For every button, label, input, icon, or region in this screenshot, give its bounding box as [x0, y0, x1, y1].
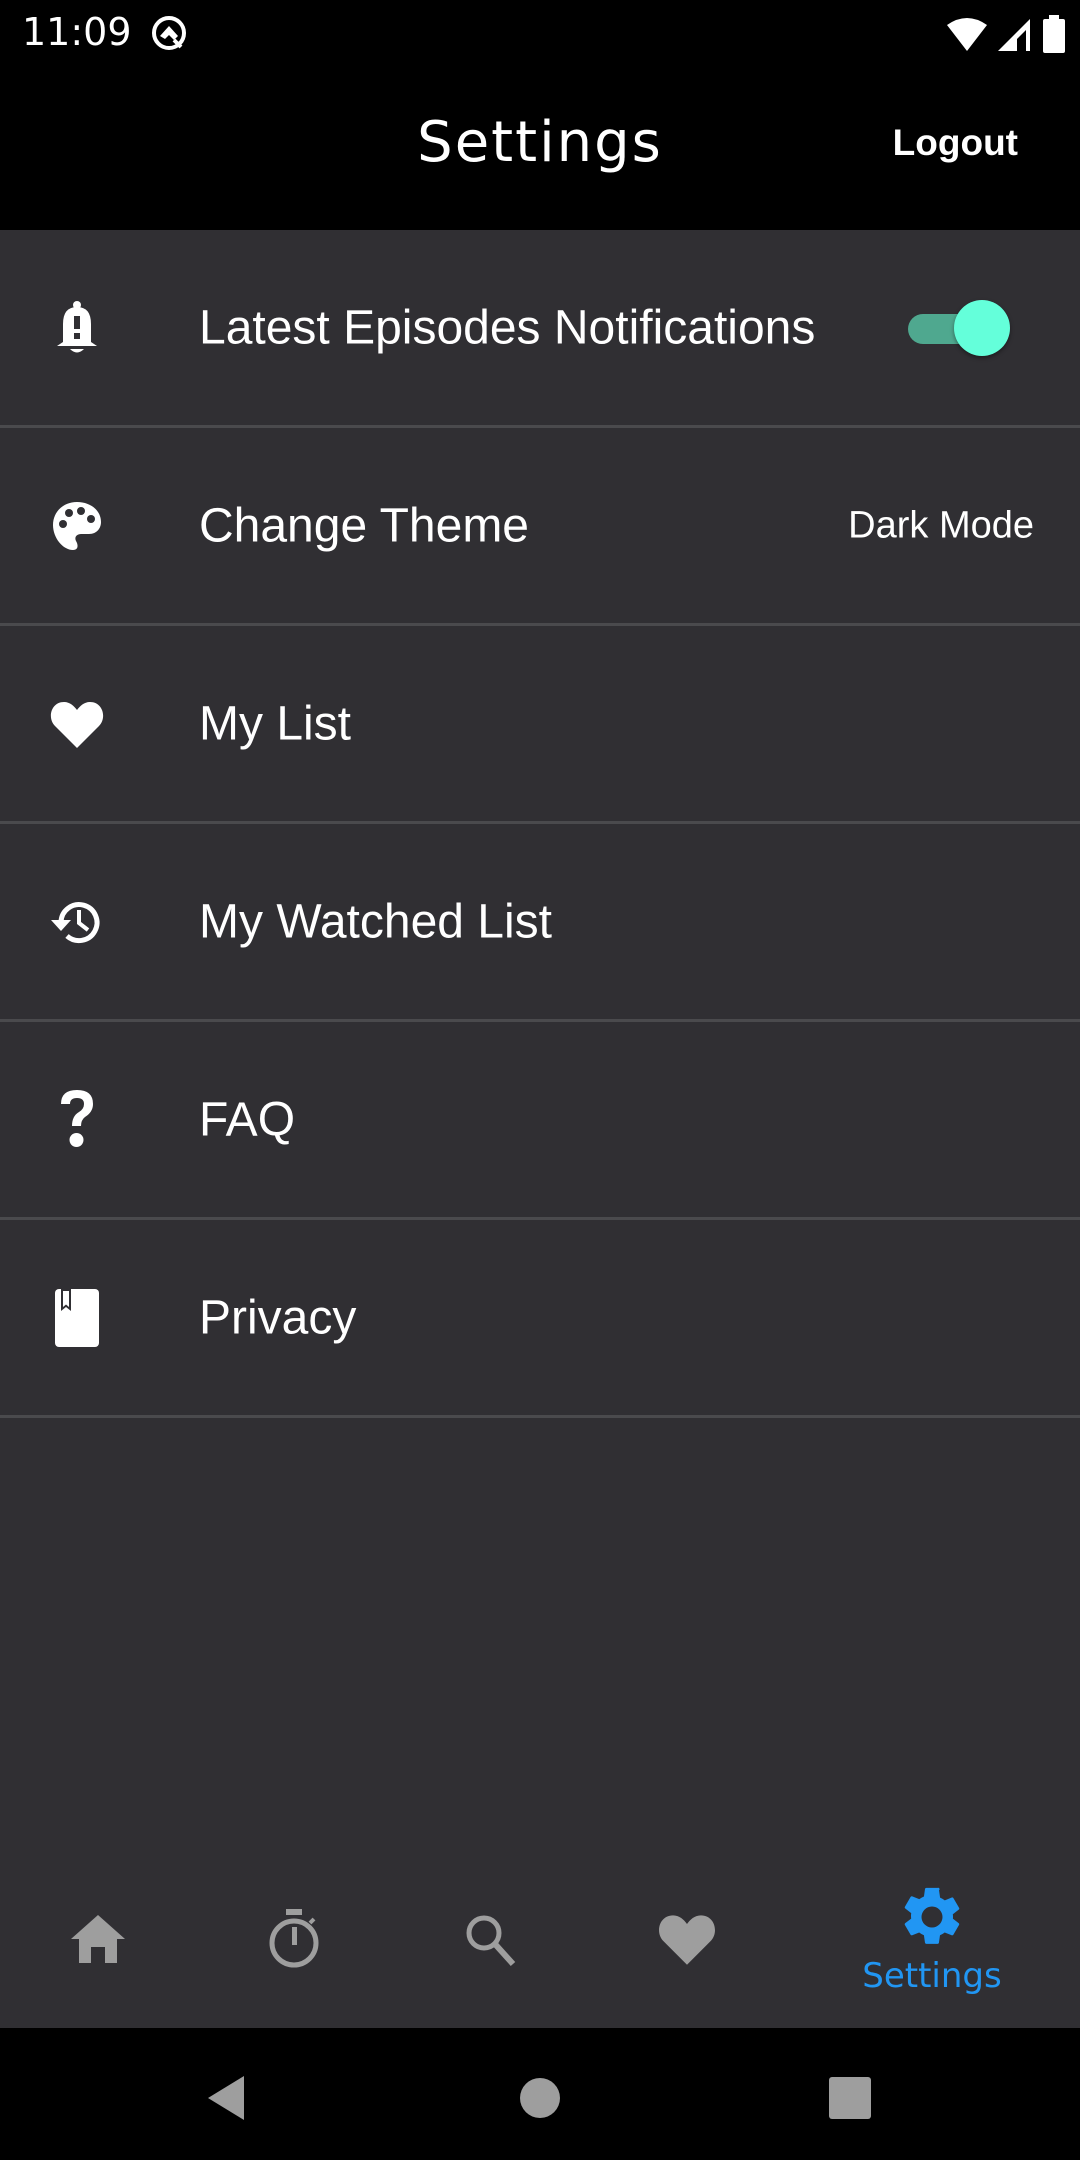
history-icon	[47, 892, 107, 952]
theme-value: Dark Mode	[848, 504, 1034, 546]
wifi-icon	[947, 18, 987, 51]
palette-icon	[47, 496, 107, 556]
status-icons	[946, 14, 1066, 54]
nav-timer[interactable]	[214, 1850, 374, 2028]
recents-button[interactable]	[820, 2068, 880, 2128]
back-button[interactable]	[196, 2068, 256, 2128]
signal-icon	[998, 19, 1030, 51]
setting-notifications[interactable]: Latest Episodes Notifications	[0, 230, 1080, 428]
system-nav-bar	[0, 2028, 1080, 2160]
setting-label: FAQ	[199, 1093, 296, 1146]
setting-my-watched-list[interactable]: My Watched List	[0, 824, 1080, 1022]
toggle-thumb	[954, 299, 1010, 356]
setting-my-list[interactable]: My List	[0, 626, 1080, 824]
nav-favorites[interactable]	[607, 1850, 767, 2028]
search-icon	[466, 1915, 516, 1967]
app-bar: Settings Logout	[0, 66, 1080, 230]
home-icon	[71, 1915, 125, 1963]
setting-label: Latest Episodes Notifications	[199, 301, 816, 354]
heart-icon	[659, 1915, 715, 1965]
setting-faq[interactable]: FAQ	[0, 1022, 1080, 1220]
nav-settings[interactable]: Settings	[852, 1850, 1012, 2028]
setting-label: My Watched List	[199, 895, 552, 948]
recents-square-icon	[829, 2077, 871, 2119]
notifications-toggle[interactable]	[908, 299, 1010, 356]
home-circle-icon	[520, 2078, 560, 2118]
setting-label: Change Theme	[199, 499, 529, 552]
status-time: 11:09	[22, 10, 132, 54]
nav-settings-label: Settings	[862, 1956, 1002, 1996]
bottom-nav: Settings	[0, 1850, 1080, 2028]
book-icon	[47, 1288, 107, 1348]
setting-privacy[interactable]: Privacy	[0, 1220, 1080, 1418]
timer-icon	[269, 1909, 319, 1968]
setting-label: My List	[199, 697, 352, 750]
question-icon	[47, 1089, 107, 1150]
q-logo-icon	[152, 16, 186, 50]
setting-change-theme[interactable]: Change Theme Dark Mode	[0, 428, 1080, 626]
battery-icon	[1043, 15, 1065, 53]
nav-home[interactable]	[18, 1850, 178, 2028]
gear-icon	[904, 1887, 960, 1944]
home-button[interactable]	[510, 2068, 570, 2128]
settings-list: Latest Episodes Notifications Change The…	[0, 230, 1080, 1418]
status-bar: 11:09	[0, 0, 1080, 66]
back-triangle-icon	[208, 2076, 244, 2120]
logout-button[interactable]: Logout	[893, 122, 1018, 164]
heart-icon	[47, 694, 107, 754]
setting-label: Privacy	[199, 1291, 357, 1344]
nav-search[interactable]	[410, 1850, 570, 2028]
bell-alert-icon	[47, 298, 107, 358]
